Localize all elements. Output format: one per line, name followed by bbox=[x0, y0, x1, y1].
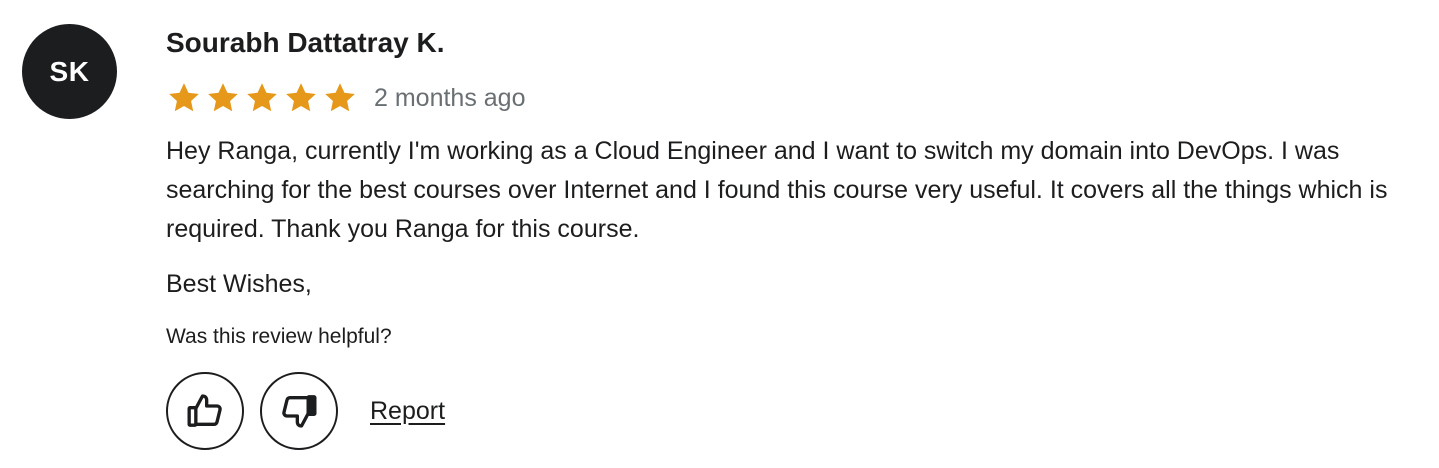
thumbs-up-icon bbox=[187, 394, 222, 427]
star-icon bbox=[286, 83, 316, 112]
avatar: SK bbox=[22, 24, 117, 119]
star-icon bbox=[325, 83, 355, 112]
review-signoff: Best Wishes, bbox=[166, 270, 312, 298]
star-icon bbox=[169, 83, 199, 112]
reviewer-name: Sourabh Dattatray K. bbox=[166, 27, 445, 58]
helpful-question: Was this review helpful? bbox=[166, 325, 392, 348]
avatar-initials: SK bbox=[49, 55, 90, 87]
review-body: Hey Ranga, currently I'm working as a Cl… bbox=[166, 137, 1388, 243]
rating-row: 2 months ago bbox=[166, 78, 1416, 118]
thumbs-up-button[interactable] bbox=[166, 372, 244, 450]
report-link[interactable]: Report bbox=[370, 397, 445, 426]
star-icon bbox=[208, 83, 238, 112]
review-actions: Report bbox=[166, 372, 1416, 450]
star-rating bbox=[166, 80, 358, 116]
thumbs-down-icon bbox=[282, 395, 317, 428]
thumbs-down-button[interactable] bbox=[260, 372, 338, 450]
review-time: 2 months ago bbox=[374, 83, 526, 112]
star-icon bbox=[247, 83, 277, 112]
review-card: Sourabh Dattatray K. 2 months ago Hey Ra… bbox=[166, 24, 1416, 450]
